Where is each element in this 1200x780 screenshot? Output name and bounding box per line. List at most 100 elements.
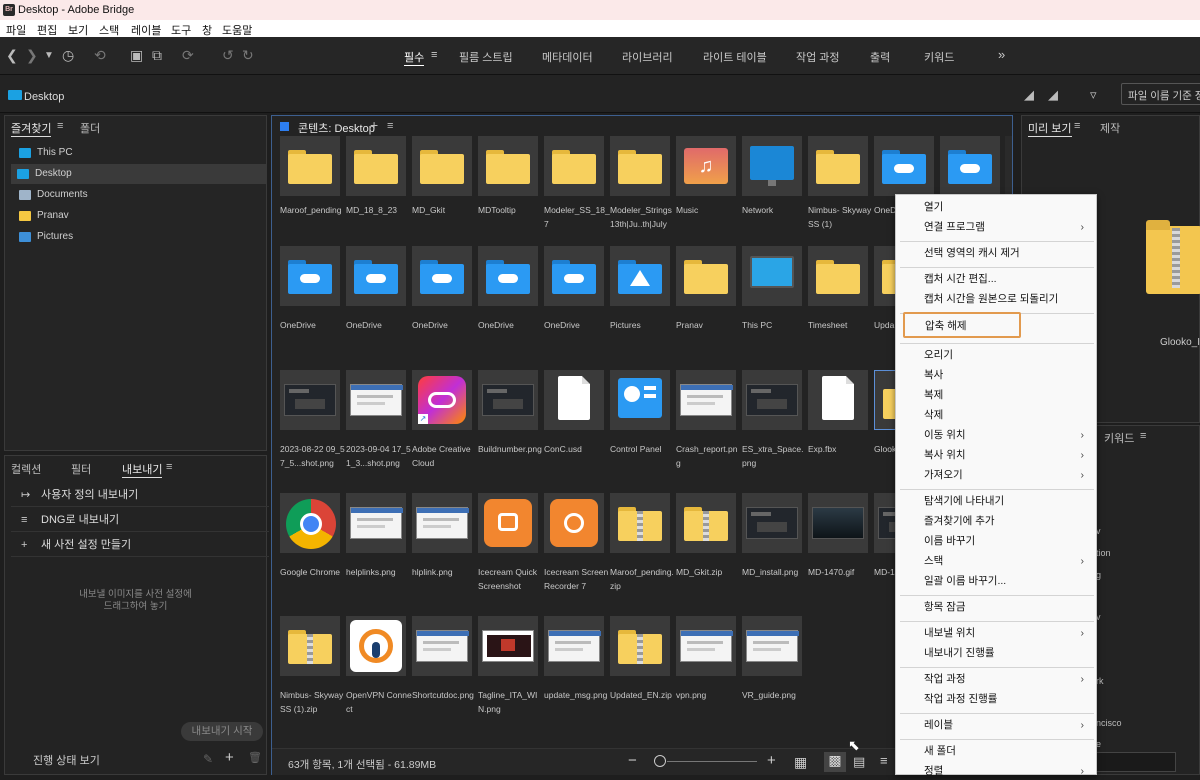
context-menu-item[interactable]: 항목 잠금 xyxy=(924,598,1094,616)
context-menu-item[interactable]: 복제 xyxy=(924,386,1094,404)
forward-icon[interactable]: ❯ xyxy=(26,47,38,64)
menu-stack[interactable]: 스택 xyxy=(99,22,119,38)
custom-export-row[interactable]: ↦ 사용자 정의 내보내기 xyxy=(11,483,269,507)
chevron-down-icon[interactable]: ▼ xyxy=(44,50,54,61)
filter-icon[interactable]: ▿ xyxy=(1090,87,1097,103)
workspace-essentials[interactable]: 필수 xyxy=(404,49,425,66)
thumbnail-1-7[interactable] xyxy=(742,246,802,306)
add-icon[interactable]: + xyxy=(225,749,234,766)
context-menu-item[interactable]: 복사 위치 › xyxy=(924,446,1094,464)
thumbnail-3-6[interactable] xyxy=(676,493,736,553)
context-menu-item[interactable]: 일괄 이름 바꾸기... xyxy=(924,572,1094,590)
favorite-desktop[interactable]: Desktop xyxy=(11,164,266,184)
menu-tools[interactable]: 도구 xyxy=(171,22,191,38)
context-menu-item[interactable]: 내보내기 진행률 xyxy=(924,644,1094,662)
thumbnail-3-4[interactable] xyxy=(544,493,604,553)
thumbnail-3-2[interactable] xyxy=(412,493,472,553)
menu-label[interactable]: 레이블 xyxy=(131,22,161,38)
context-menu-item[interactable]: 작업 과정 진행률 xyxy=(924,690,1094,708)
thumbnail-0-8[interactable] xyxy=(808,136,868,196)
thumbnail-0-2[interactable] xyxy=(412,136,472,196)
thumbnail-0-9[interactable] xyxy=(874,136,934,196)
context-menu-item[interactable]: 레이블 › xyxy=(924,716,1094,734)
trash-icon[interactable]: 🗑 xyxy=(248,751,262,764)
pencil-icon[interactable]: ✎ xyxy=(203,752,213,766)
tab-export[interactable]: 내보내기 xyxy=(122,461,163,478)
context-menu-item[interactable]: 즐겨찾기에 추가 xyxy=(924,512,1094,530)
preview-menu-icon[interactable]: ≡ xyxy=(1074,120,1080,132)
thumbnail-1-6[interactable] xyxy=(676,246,736,306)
context-menu-item[interactable]: 작업 과정 › xyxy=(924,670,1094,688)
thumbnail-4-4[interactable] xyxy=(544,616,604,676)
favorite-documents[interactable]: Documents xyxy=(13,185,268,205)
context-menu-item[interactable]: 열기 xyxy=(924,198,1094,216)
export-menu-icon[interactable]: ≡ xyxy=(166,461,172,473)
context-menu-item[interactable]: 가져오기 › xyxy=(924,466,1094,484)
path-desktop[interactable]: Desktop xyxy=(24,91,64,103)
thumbnail-4-5[interactable] xyxy=(610,616,670,676)
thumbnail-3-1[interactable] xyxy=(346,493,406,553)
context-menu-item[interactable]: 탐색기에 나타내기 xyxy=(924,492,1094,510)
menu-help[interactable]: 도움말 xyxy=(222,22,252,38)
keyword-search-input[interactable] xyxy=(1096,752,1176,772)
thumbnail-4-0[interactable] xyxy=(280,616,340,676)
thumbnail-0-0[interactable] xyxy=(280,136,340,196)
thumbnail-3-8[interactable] xyxy=(808,493,868,553)
tab-favorites[interactable]: 즐겨찾기 xyxy=(11,120,52,137)
tab-filter[interactable]: 필터 xyxy=(71,461,91,477)
thumbnail-2-5[interactable] xyxy=(610,370,670,430)
context-menu-item[interactable]: 캡처 시간 편집... xyxy=(924,270,1094,288)
context-menu-item[interactable]: 새 폴더 xyxy=(924,742,1094,760)
thumbnail-4-1[interactable] xyxy=(346,616,406,676)
favorite-pictures[interactable]: Pictures xyxy=(13,227,268,247)
thumbnail-0-1[interactable] xyxy=(346,136,406,196)
thumbnail-4-7[interactable] xyxy=(742,616,802,676)
thumbnail-4-3[interactable] xyxy=(478,616,538,676)
tab-preview[interactable]: 미리 보기 xyxy=(1028,120,1072,137)
thumbnail-2-6[interactable] xyxy=(676,370,736,430)
context-menu-item[interactable]: 선택 영역의 캐시 제거 xyxy=(924,244,1094,262)
back-icon[interactable]: ❮ xyxy=(6,47,18,64)
tab-publish[interactable]: 제작 xyxy=(1100,120,1120,136)
add-tab-icon[interactable]: + xyxy=(370,117,378,133)
favorite-this-pc[interactable]: This PC xyxy=(13,143,268,163)
favorite-pranav[interactable]: Pranav xyxy=(13,206,268,226)
quality-icon[interactable]: ◢ xyxy=(1024,87,1034,103)
thumbnail-1-1[interactable] xyxy=(346,246,406,306)
copy-files-icon[interactable]: ⧉ xyxy=(152,47,162,64)
tab-collections[interactable]: 컬렉션 xyxy=(11,461,41,477)
menu-file[interactable]: 파일 xyxy=(6,22,26,38)
start-export-button[interactable]: 내보내기 시작 xyxy=(181,722,263,741)
thumbnail-0-4[interactable] xyxy=(544,136,604,196)
thumbnail-1-4[interactable] xyxy=(544,246,604,306)
tab-folders[interactable]: 폴더 xyxy=(80,120,100,136)
thumbnail-0-7[interactable] xyxy=(742,136,802,196)
context-menu-item[interactable]: 캡처 시간을 원본으로 되돌리기 xyxy=(924,290,1094,308)
dng-export-row[interactable]: ≡ DNG로 내보내기 xyxy=(11,508,269,532)
thumbnail-2-7[interactable] xyxy=(742,370,802,430)
thumbnail-0-6[interactable]: ♫ xyxy=(676,136,736,196)
details-view-icon[interactable]: ▤ xyxy=(853,754,865,770)
boomerang-icon[interactable]: ⟲ xyxy=(94,47,106,64)
context-menu-item[interactable]: 삭제 xyxy=(924,406,1094,424)
context-menu-item[interactable]: 스택 › xyxy=(924,552,1094,570)
thumbnail-2-3[interactable] xyxy=(478,370,538,430)
context-menu-item[interactable]: 복사 xyxy=(924,366,1094,384)
thumbnail-3-0[interactable] xyxy=(280,493,340,553)
menu-edit[interactable]: 편집 xyxy=(37,22,57,38)
thumbnail-1-8[interactable] xyxy=(808,246,868,306)
favorites-menu-icon[interactable]: ≡ xyxy=(57,120,63,132)
quality-2-icon[interactable]: ◢ xyxy=(1048,87,1058,103)
workspace-libraries[interactable]: 라이브러리 xyxy=(622,49,673,65)
thumbnail-view-icon[interactable]: ▩ xyxy=(824,752,846,772)
context-menu-item[interactable]: 오리기 xyxy=(924,346,1094,364)
rotate-right-icon[interactable]: ↻ xyxy=(242,47,254,64)
context-menu-item[interactable]: 내보낼 위치 › xyxy=(924,624,1094,642)
workspace-menu-icon[interactable]: ≡ xyxy=(431,49,437,61)
zoom-in-icon[interactable]: + xyxy=(767,752,776,769)
progress-link[interactable]: 진행 상태 보기 xyxy=(33,752,100,768)
context-menu-item[interactable]: 이름 바꾸기 xyxy=(924,532,1094,550)
thumbnail-4-2[interactable] xyxy=(412,616,472,676)
thumbnail-0-10[interactable] xyxy=(940,136,1000,196)
sort-dropdown[interactable]: 파일 이름 기준 정 xyxy=(1121,83,1200,105)
